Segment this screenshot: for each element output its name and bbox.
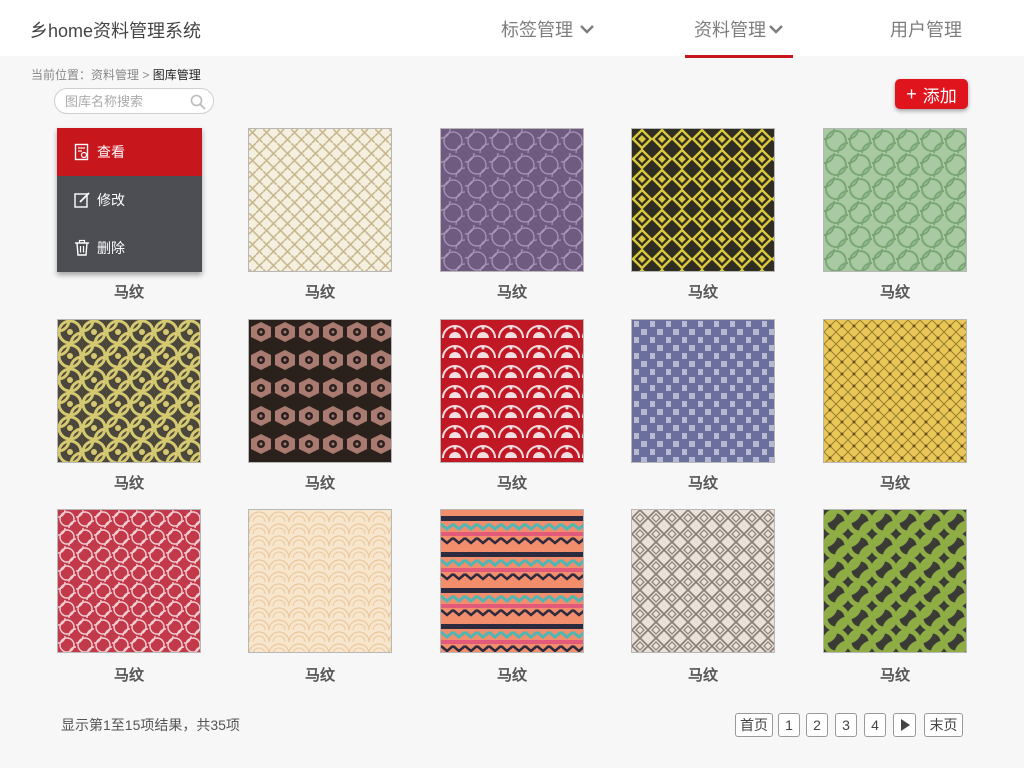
gallery-tile[interactable] [440,509,584,653]
nav-tag-management[interactable]: 标签管理 [490,0,606,58]
pattern-image [249,510,391,652]
gallery-tile[interactable] [631,509,775,653]
gallery-tile[interactable] [440,128,584,272]
delete-button[interactable]: 删除 [57,224,202,272]
pattern-image [58,320,200,462]
pager-page-button[interactable]: 2 [806,713,828,737]
gallery-tile[interactable] [631,128,775,272]
tile-caption: 马纹 [304,475,335,492]
tile-caption: 马纹 [113,475,144,492]
gallery-tile[interactable] [823,319,967,463]
pattern-image [441,510,583,652]
pager-first-button[interactable]: 首页 [735,713,773,737]
edit-icon [74,192,90,208]
pattern-image [441,129,583,271]
chevron-down-icon [580,25,594,34]
tile-caption: 马纹 [304,667,335,684]
tile-caption: 马纹 [879,667,910,684]
gallery-tile[interactable] [631,319,775,463]
gallery-tile[interactable] [248,128,392,272]
plus-icon: + [906,83,917,104]
nav-material-management[interactable]: 资料管理 [685,0,793,58]
search-input[interactable] [65,92,183,110]
tile-caption: 马纹 [687,475,718,492]
tile-caption: 马纹 [304,284,335,301]
pattern-image [632,129,774,271]
gallery-tile[interactable] [823,509,967,653]
play-icon [900,719,910,731]
pager-page-button[interactable]: 4 [864,713,886,737]
gallery-tile[interactable] [248,319,392,463]
breadcrumb-separator: > [142,68,150,82]
pattern-image [632,510,774,652]
tile-caption: 马纹 [687,667,718,684]
tile-caption: 马纹 [113,667,144,684]
pager-next-button[interactable] [893,713,916,737]
pattern-image [824,129,966,271]
tile-action-menu: 查看 修改 删除 [57,128,202,272]
breadcrumb-prefix: 当前位置： [31,68,92,82]
tile-caption: 马纹 [687,284,718,301]
pattern-image [824,320,966,462]
top-header: 乡home资料管理系统 标签管理 资料管理 用户管理 [0,0,1024,58]
breadcrumb-current: 图库管理 [152,68,201,82]
pager-page-button[interactable]: 3 [835,713,857,737]
gallery-tile[interactable] [440,319,584,463]
nav-user-management[interactable]: 用户管理 [880,0,972,58]
chevron-down-icon [769,25,783,34]
view-button[interactable]: 查看 [57,128,202,176]
gallery-tile[interactable] [57,319,201,463]
breadcrumb: 当前位置：资料管理 > 图库管理 [31,66,201,83]
view-label: 查看 [97,144,125,160]
tile-caption: 马纹 [496,667,527,684]
search-box [54,88,214,114]
nav-label: 标签管理 [501,20,573,40]
nav-label: 资料管理 [694,20,766,40]
gallery-tile[interactable] [57,509,201,653]
pattern-image [249,129,391,271]
tile-caption: 马纹 [879,284,910,301]
nav-label: 用户管理 [890,20,962,40]
pager-page-button[interactable]: 1 [778,713,800,737]
pattern-image [441,320,583,462]
pattern-image [824,510,966,652]
tile-caption: 马纹 [496,475,527,492]
pattern-image [632,320,774,462]
add-button[interactable]: + 添加 [895,79,968,109]
gallery-tile[interactable] [823,128,967,272]
edit-label: 修改 [97,192,125,208]
tile-caption: 马纹 [113,284,144,301]
tile-caption: 马纹 [496,284,527,301]
result-summary: 显示第1至15项结果，共35项 [61,717,240,733]
pattern-image [249,320,391,462]
view-icon [74,143,89,161]
trash-icon [75,239,89,256]
edit-button[interactable]: 修改 [57,176,202,224]
tile-caption: 马纹 [879,475,910,492]
pattern-image [58,510,200,652]
search-icon[interactable] [189,93,207,111]
breadcrumb-parent[interactable]: 资料管理 [91,68,139,82]
app-title: 乡home资料管理系统 [30,21,202,41]
add-button-label: 添加 [922,86,957,106]
gallery-tile[interactable] [248,509,392,653]
delete-label: 删除 [97,240,125,256]
pager-last-button[interactable]: 末页 [924,713,963,737]
